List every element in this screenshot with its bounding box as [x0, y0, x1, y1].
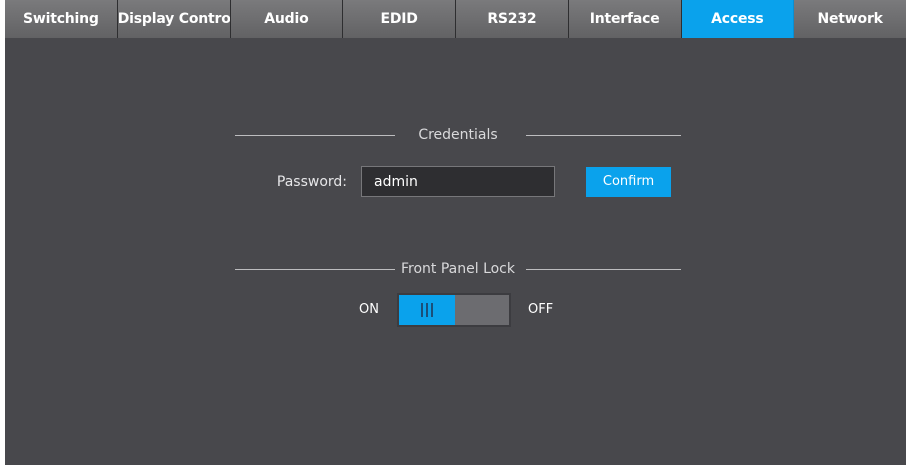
password-input[interactable] — [361, 166, 555, 197]
tab-interface[interactable]: Interface — [568, 0, 682, 38]
front-panel-lock-toggle[interactable] — [397, 293, 511, 327]
divider-right — [526, 135, 681, 136]
tab-network[interactable]: Network — [794, 0, 906, 38]
grip-lines-icon — [421, 303, 433, 317]
toggle-off-label: OFF — [528, 302, 554, 317]
access-settings-page: Switching Display Control Audio EDID RS2… — [5, 0, 906, 465]
tab-display-control[interactable]: Display Control — [117, 0, 231, 38]
credentials-section-header: Credentials — [235, 125, 681, 145]
front-panel-lock-section-header: Front Panel Lock — [235, 259, 681, 279]
tab-switching[interactable]: Switching — [5, 0, 118, 38]
tab-audio[interactable]: Audio — [230, 0, 344, 38]
toggle-on-label: ON — [359, 302, 379, 317]
tab-bar: Switching Display Control Audio EDID RS2… — [5, 0, 906, 38]
password-label: Password: — [276, 174, 347, 190]
tab-rs232[interactable]: RS232 — [456, 0, 569, 38]
tab-access[interactable]: Access — [681, 0, 795, 38]
divider-right — [526, 269, 681, 270]
confirm-button[interactable]: Confirm — [586, 167, 671, 197]
tab-edid[interactable]: EDID — [343, 0, 456, 38]
